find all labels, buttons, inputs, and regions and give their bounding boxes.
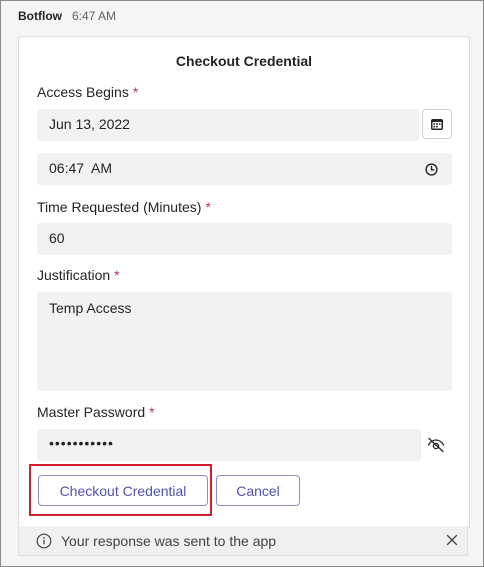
time-requested-value: 60	[49, 230, 65, 246]
cancel-button[interactable]: Cancel	[216, 475, 300, 506]
justification-value: Temp Access	[49, 300, 132, 316]
info-icon	[36, 533, 52, 548]
message-header: Botflow 6:47 AM	[18, 9, 116, 23]
status-text: Your response was sent to the app	[61, 532, 277, 549]
calendar-icon	[431, 119, 443, 130]
justification-label-text: Justification	[37, 267, 111, 283]
time-requested-input[interactable]: 60	[37, 223, 452, 255]
date-picker-button[interactable]	[422, 109, 452, 139]
time-requested-label: Time Requested (Minutes) *	[37, 199, 211, 215]
required-mark: *	[149, 404, 155, 420]
time-requested-label-text: Time Requested (Minutes)	[37, 199, 202, 215]
clock-icon	[424, 162, 438, 176]
status-dismiss-button[interactable]	[445, 533, 459, 547]
access-begins-label: Access Begins *	[37, 84, 138, 100]
access-time-value: 06:47 AM	[49, 160, 113, 176]
access-date-value: Jun 13, 2022	[49, 116, 130, 132]
status-info	[36, 533, 52, 549]
response-status-bar: Your response was sent to the app	[18, 526, 468, 556]
master-password-label: Master Password *	[37, 404, 155, 420]
master-password-input[interactable]: •••••••••••	[37, 429, 421, 461]
eye-off-icon	[427, 437, 445, 453]
access-date-input[interactable]: Jun 13, 2022	[37, 109, 419, 141]
justification-label: Justification *	[37, 267, 120, 283]
time-picker-button[interactable]	[422, 160, 440, 178]
password-visibility-toggle[interactable]	[426, 435, 446, 455]
required-mark: *	[132, 84, 139, 100]
close-icon	[446, 534, 458, 546]
master-password-value: •••••••••••	[49, 435, 114, 451]
required-mark: *	[205, 199, 211, 215]
required-mark: *	[114, 267, 120, 283]
message-time: 6:47 AM	[72, 9, 117, 23]
checkout-credential-button[interactable]: Checkout Credential	[38, 475, 208, 506]
justification-textarea[interactable]: Temp Access	[37, 292, 452, 391]
access-begins-label-text: Access Begins	[37, 84, 129, 100]
master-password-label-text: Master Password	[37, 404, 146, 420]
adaptive-card: Checkout Credential Access Begins * Jun 1…	[18, 36, 470, 528]
card-title: Checkout Credential	[175, 53, 313, 69]
access-time-input[interactable]: 06:47 AM	[37, 153, 452, 185]
message-sender: Botflow	[18, 9, 62, 23]
